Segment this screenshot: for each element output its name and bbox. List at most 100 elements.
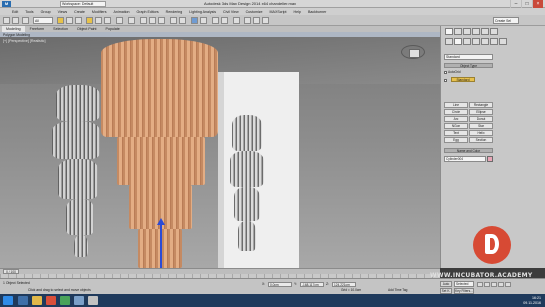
- menu-item-customize[interactable]: Customize: [246, 10, 263, 14]
- select-by-name-icon[interactable]: [66, 17, 73, 24]
- donut-button[interactable]: Donut: [469, 116, 493, 122]
- autogrid-checkbox[interactable]: [444, 70, 447, 74]
- crystal-chandelier-right-tier-3[interactable]: [234, 187, 260, 221]
- key-mode-dropdown[interactable]: Selected: [454, 281, 474, 287]
- menu-item-group[interactable]: Group: [41, 10, 51, 14]
- chandelier-tier-1[interactable]: [101, 39, 218, 137]
- gizmo-y-axis-icon[interactable]: [157, 218, 165, 268]
- snaps-toggle-icon[interactable]: [140, 17, 147, 24]
- menu-item-tools[interactable]: Tools: [25, 10, 33, 14]
- material-editor-icon[interactable]: [233, 17, 240, 24]
- object-name-field[interactable]: Cylinder004: [444, 156, 486, 162]
- circle-button[interactable]: Circle: [444, 109, 468, 115]
- percent-snap-icon[interactable]: [158, 17, 165, 24]
- perspective-viewport[interactable]: [+] [Perspective] [Realistic]: [0, 37, 440, 268]
- text-button[interactable]: Text: [444, 130, 468, 136]
- menu-item-edit[interactable]: Edit: [12, 10, 18, 14]
- minimize-icon[interactable]: –: [510, 0, 521, 8]
- crystal-chandelier-left-tier-5[interactable]: [74, 235, 88, 257]
- workspace-dropdown[interactable]: Workspace: Default: [60, 1, 106, 7]
- rendered-frame-icon[interactable]: [253, 17, 260, 24]
- crystal-chandelier-left-tier-3[interactable]: [58, 159, 98, 199]
- menu-item-animation[interactable]: Animation: [114, 10, 130, 14]
- ngon-button[interactable]: NGon: [444, 123, 468, 129]
- app-icon[interactable]: M: [2, 1, 11, 7]
- add-time-tag-button[interactable]: Add Time Tag: [388, 288, 407, 292]
- previous-frame-icon[interactable]: [484, 282, 490, 287]
- menu-item-graph-editors[interactable]: Graph Editors: [137, 10, 159, 14]
- menu-item-help[interactable]: Help: [294, 10, 301, 14]
- redo-icon[interactable]: [12, 17, 19, 24]
- crystal-chandelier-right-tier-1[interactable]: [232, 115, 262, 151]
- motion-tab-icon[interactable]: [472, 28, 480, 35]
- 3dsmax-taskbar-icon[interactable]: [74, 296, 84, 305]
- menu-item-backburner[interactable]: Backburner: [308, 10, 326, 14]
- named-selection-set-dropdown[interactable]: Create Sel: [493, 17, 519, 24]
- crystal-chandelier-left-tier-2[interactable]: [52, 121, 100, 159]
- graphite-tools-icon[interactable]: [200, 17, 207, 24]
- select-and-rotate-icon[interactable]: [95, 17, 102, 24]
- start-new-shape-button[interactable]: Standard: [451, 77, 475, 82]
- next-frame-icon[interactable]: [498, 282, 504, 287]
- selection-filter-dropdown[interactable]: All: [33, 17, 53, 24]
- ellipse-button[interactable]: Ellipse: [469, 109, 493, 115]
- rectangular-selection-icon[interactable]: [75, 17, 82, 24]
- go-to-end-icon[interactable]: [505, 282, 511, 287]
- crystal-chandelier-right-tier-4[interactable]: [238, 221, 256, 251]
- menu-item-modifiers[interactable]: Modifiers: [92, 10, 107, 14]
- helix-button[interactable]: Helix: [469, 130, 493, 136]
- menu-item-maxscript[interactable]: MAXScript: [270, 10, 287, 14]
- system-clock[interactable]: 16:21 09.11.2016: [523, 296, 541, 305]
- systems-icon[interactable]: [499, 38, 507, 45]
- undo-icon[interactable]: [3, 17, 10, 24]
- lights-icon[interactable]: [463, 38, 471, 45]
- y-coordinate-field[interactable]: -168.117cm: [300, 282, 324, 287]
- object-color-swatch[interactable]: [487, 156, 493, 162]
- shapes-icon[interactable]: [454, 38, 462, 45]
- cameras-icon[interactable]: [472, 38, 480, 45]
- line-button[interactable]: Line: [444, 102, 468, 108]
- utilities-tab-icon[interactable]: [490, 28, 498, 35]
- link-icon[interactable]: [22, 17, 29, 24]
- curve-editor-icon[interactable]: [212, 17, 219, 24]
- schematic-view-icon[interactable]: [221, 17, 228, 24]
- chrome-icon[interactable]: [60, 296, 70, 305]
- create-tab-icon[interactable]: [445, 28, 453, 35]
- maximize-icon[interactable]: □: [521, 0, 532, 8]
- ie-icon[interactable]: [18, 296, 28, 305]
- explorer-icon[interactable]: [32, 296, 42, 305]
- object-type-rollout[interactable]: Object Type: [444, 63, 493, 68]
- reference-coordinate-icon[interactable]: [116, 17, 123, 24]
- menu-item-rendering[interactable]: Rendering: [166, 10, 183, 14]
- select-object-icon[interactable]: [57, 17, 64, 24]
- category-dropdown[interactable]: Standard: [444, 54, 493, 60]
- chandelier-tier-2[interactable]: [117, 137, 205, 185]
- auto-key-button[interactable]: Auto: [440, 281, 452, 287]
- select-and-move-icon[interactable]: [86, 17, 93, 24]
- menu-item-civil-view[interactable]: Civil View: [223, 10, 239, 14]
- start-icon[interactable]: [3, 296, 13, 305]
- close-icon[interactable]: ×: [532, 0, 543, 8]
- star-button[interactable]: Star: [469, 123, 493, 129]
- crystal-chandelier-left-tier-4[interactable]: [66, 199, 94, 235]
- viewcube-icon[interactable]: [401, 45, 425, 59]
- hierarchy-tab-icon[interactable]: [463, 28, 471, 35]
- angle-snap-icon[interactable]: [149, 17, 156, 24]
- z-coordinate-field[interactable]: 124.221cm: [332, 282, 356, 287]
- layer-manager-icon[interactable]: [191, 17, 198, 24]
- x-coordinate-field[interactable]: 0.0cm: [268, 282, 292, 287]
- modify-tab-icon[interactable]: [454, 28, 462, 35]
- mirror-icon[interactable]: [170, 17, 177, 24]
- space-warps-icon[interactable]: [490, 38, 498, 45]
- menu-item-views[interactable]: Views: [58, 10, 68, 14]
- display-tab-icon[interactable]: [481, 28, 489, 35]
- crystal-chandelier-left-tier-1[interactable]: [56, 85, 100, 121]
- play-icon[interactable]: [491, 282, 497, 287]
- viewport-label[interactable]: [+] [Perspective] [Realistic]: [3, 39, 45, 43]
- go-to-start-icon[interactable]: [477, 282, 483, 287]
- rectangle-button[interactable]: Rectangle: [469, 102, 493, 108]
- select-and-scale-icon[interactable]: [104, 17, 111, 24]
- media-player-icon[interactable]: [46, 296, 56, 305]
- render-production-icon[interactable]: [262, 17, 269, 24]
- pivot-center-icon[interactable]: [128, 17, 135, 24]
